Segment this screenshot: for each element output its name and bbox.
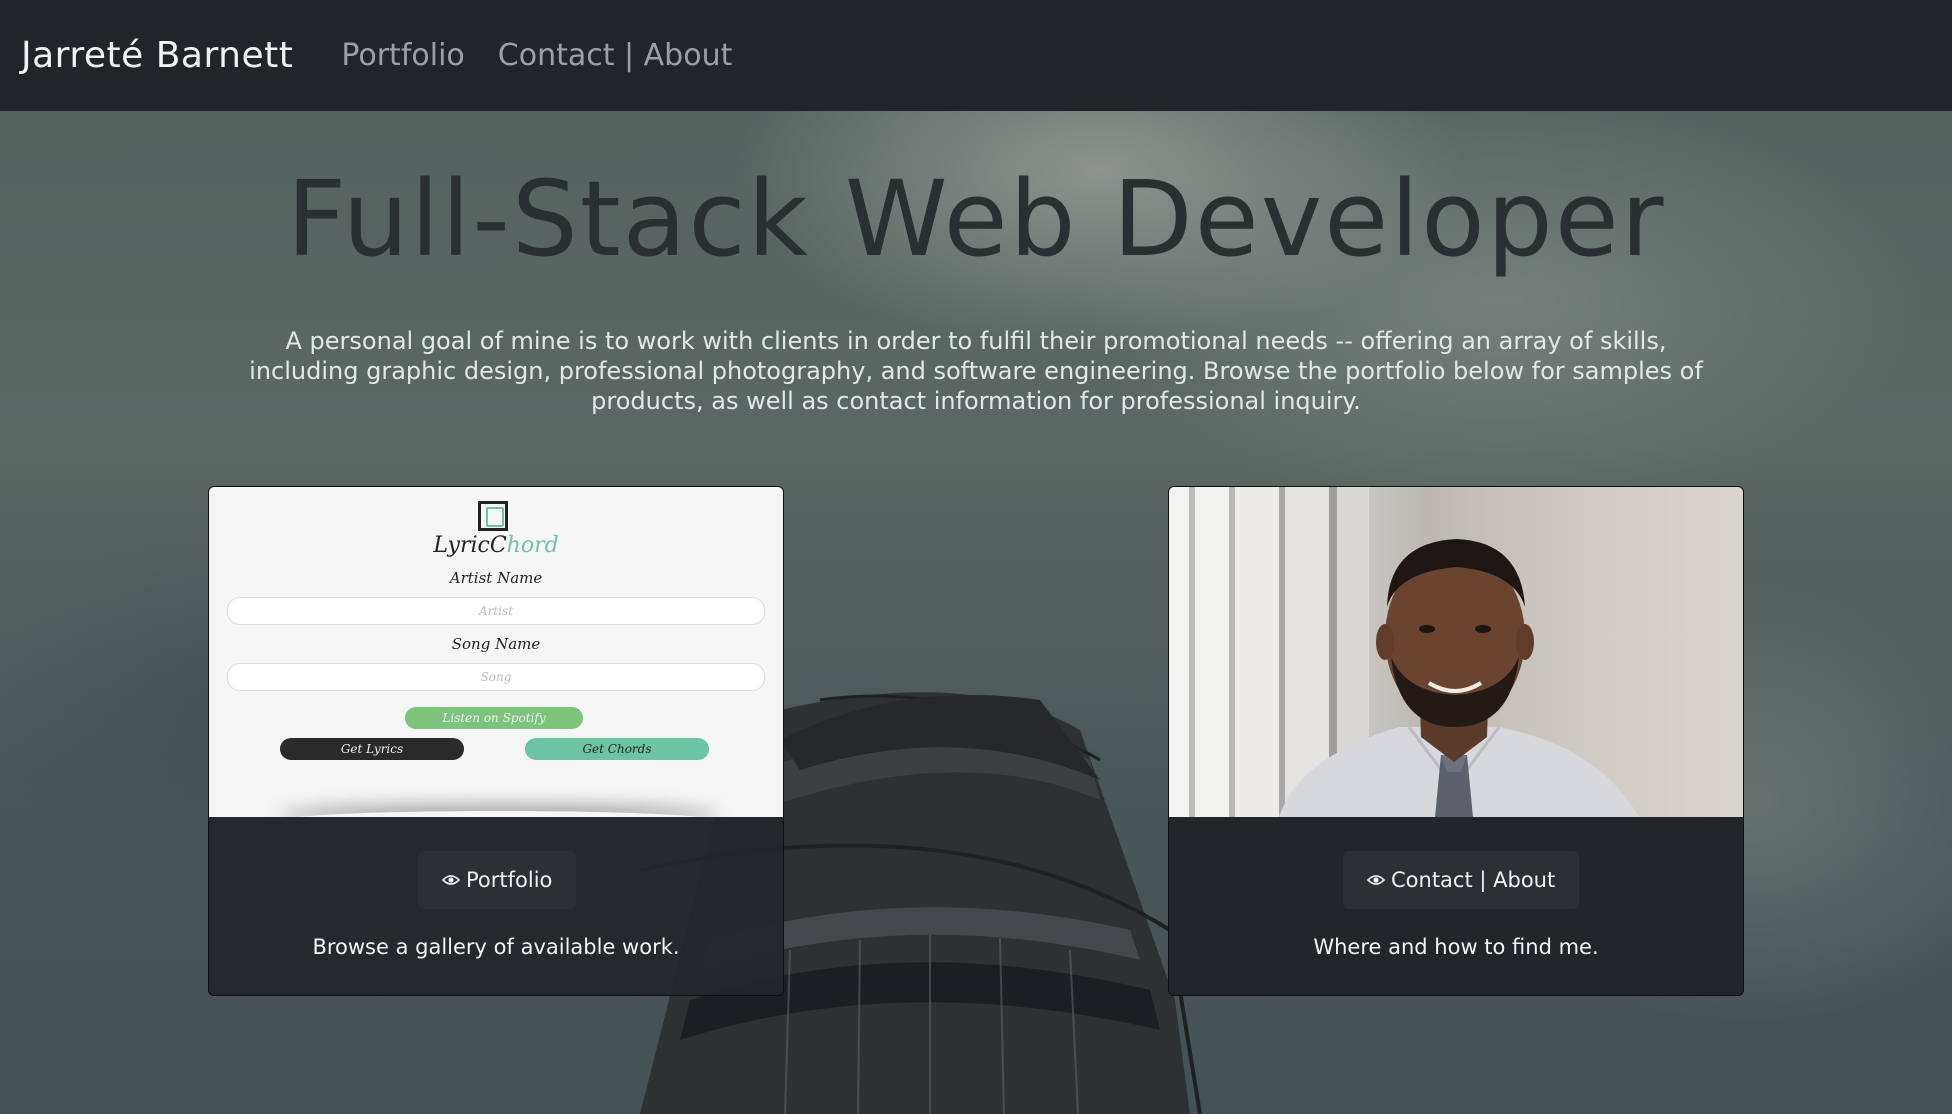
lyricchord-logo-text: LyricChord bbox=[209, 533, 783, 558]
song-input: Song bbox=[227, 663, 765, 691]
artist-input: Artist bbox=[227, 597, 765, 625]
hero-description: A personal goal of mine is to work with … bbox=[249, 327, 1703, 415]
contact-card-image[interactable] bbox=[1169, 487, 1743, 817]
logo-text-part-b: hord bbox=[506, 533, 559, 558]
contact-about-button-label: Contact | About bbox=[1391, 868, 1556, 892]
portfolio-button-label: Portfolio bbox=[466, 868, 553, 892]
logo-text-part-a: LyricC bbox=[433, 533, 507, 558]
contact-card-text: Where and how to find me. bbox=[1313, 935, 1599, 959]
portfolio-card-image[interactable]: LyricChord Artist Name Artist Song Name … bbox=[209, 487, 783, 817]
get-chords-button: Get Chords bbox=[525, 738, 709, 760]
portfolio-card-text: Browse a gallery of available work. bbox=[312, 935, 680, 959]
brand-link[interactable]: Jarreté Barnett bbox=[21, 35, 293, 76]
portrait-photo bbox=[1169, 487, 1743, 817]
lyricchord-logo-icon bbox=[478, 501, 508, 531]
portrait-figure bbox=[1279, 539, 1639, 817]
nav-link-portfolio[interactable]: Portfolio bbox=[341, 38, 464, 73]
mockup-shadow bbox=[279, 811, 719, 817]
get-lyrics-button: Get Lyrics bbox=[280, 738, 464, 760]
eye-icon bbox=[1367, 875, 1385, 885]
eye-icon bbox=[442, 875, 460, 885]
lyricchord-screenshot: LyricChord Artist Name Artist Song Name … bbox=[209, 487, 783, 817]
artist-name-label: Artist Name bbox=[449, 569, 543, 587]
portfolio-card: LyricChord Artist Name Artist Song Name … bbox=[208, 486, 784, 996]
portfolio-button[interactable]: Portfolio bbox=[418, 851, 577, 909]
contact-about-button[interactable]: Contact | About bbox=[1343, 851, 1580, 909]
top-navbar: Jarreté Barnett Portfolio Contact | Abou… bbox=[0, 0, 1952, 111]
song-name-label: Song Name bbox=[451, 635, 541, 653]
contact-card: Contact | About Where and how to find me… bbox=[1168, 486, 1744, 996]
listen-on-spotify-button: Listen on Spotify bbox=[405, 707, 583, 729]
nav-link-contact-about[interactable]: Contact | About bbox=[498, 38, 733, 73]
hero-title: Full-Stack Web Developer bbox=[286, 158, 1666, 280]
